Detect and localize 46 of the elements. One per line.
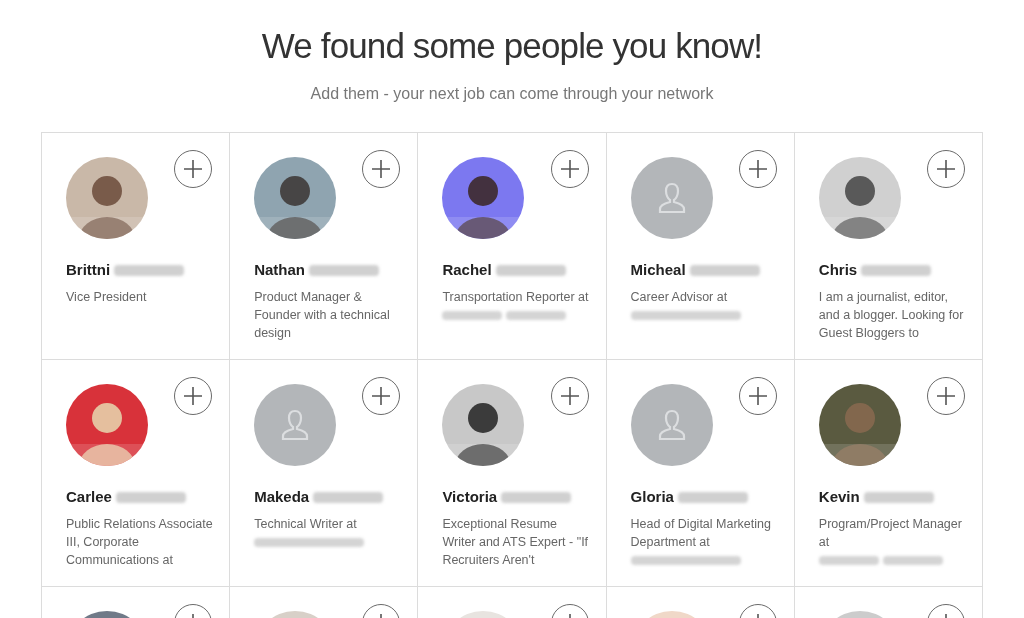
plus-icon — [559, 386, 580, 406]
plus-icon — [371, 386, 392, 406]
person-headline: Product Manager & Founder with a technical design — [254, 288, 391, 342]
redacted-text — [506, 310, 567, 320]
person-name[interactable]: Micheal — [630, 259, 686, 282]
person-headline: Public Relations Associate III, Corporate Communications at — [66, 515, 214, 569]
add-button[interactable] — [362, 377, 401, 415]
add-button[interactable] — [738, 150, 777, 188]
person-name[interactable]: Nathan — [254, 259, 306, 282]
person-name[interactable]: Carlee — [66, 486, 112, 509]
plus-icon — [371, 159, 392, 179]
plus-icon — [183, 159, 204, 179]
person-headline: Technical Writer at — [254, 515, 358, 533]
person-headline: I am a journalist, editor, and a blogger. Looking for Guest Bloggers to — [818, 288, 965, 342]
person-headline: Career Advisor at — [630, 288, 729, 306]
redacted-text — [818, 555, 879, 565]
add-button[interactable] — [738, 377, 777, 415]
person-name[interactable]: Brittni — [66, 259, 111, 282]
add-button[interactable] — [927, 377, 965, 415]
page-subtitle: Add them - your next job can come through your network — [309, 84, 715, 104]
person-name[interactable]: Rachel — [442, 259, 492, 282]
person-headline: Program/Project Manager at — [818, 515, 963, 551]
add-button[interactable] — [174, 150, 213, 188]
person-headline: Head of Digital Marketing Department at — [630, 515, 772, 551]
person-name[interactable]: Kevin — [818, 486, 860, 509]
plus-icon — [747, 159, 768, 179]
plus-icon — [559, 159, 580, 179]
page-title: We found some people you know! — [260, 25, 764, 67]
person-name[interactable]: Chris — [818, 259, 858, 282]
plus-icon — [183, 386, 204, 406]
person-headline: Vice President — [66, 288, 148, 306]
redacted-text — [442, 310, 503, 320]
plus-icon — [936, 386, 956, 406]
person-name[interactable]: Makeda — [254, 486, 310, 509]
person-name[interactable]: Gloria — [630, 486, 674, 509]
redacted-text — [882, 555, 943, 565]
add-button[interactable] — [174, 377, 213, 415]
plus-icon — [747, 386, 768, 406]
person-headline: Exceptional Resume Writer and ATS Expert - "If Recruiters Aren't — [442, 515, 590, 569]
add-button[interactable] — [550, 377, 589, 415]
plus-icon — [936, 159, 956, 179]
add-button[interactable] — [550, 150, 589, 188]
person-headline: Transportation Reporter at — [442, 288, 590, 306]
person-name[interactable]: Victoria — [442, 486, 498, 509]
add-button[interactable] — [362, 150, 401, 188]
add-button[interactable] — [927, 150, 965, 188]
